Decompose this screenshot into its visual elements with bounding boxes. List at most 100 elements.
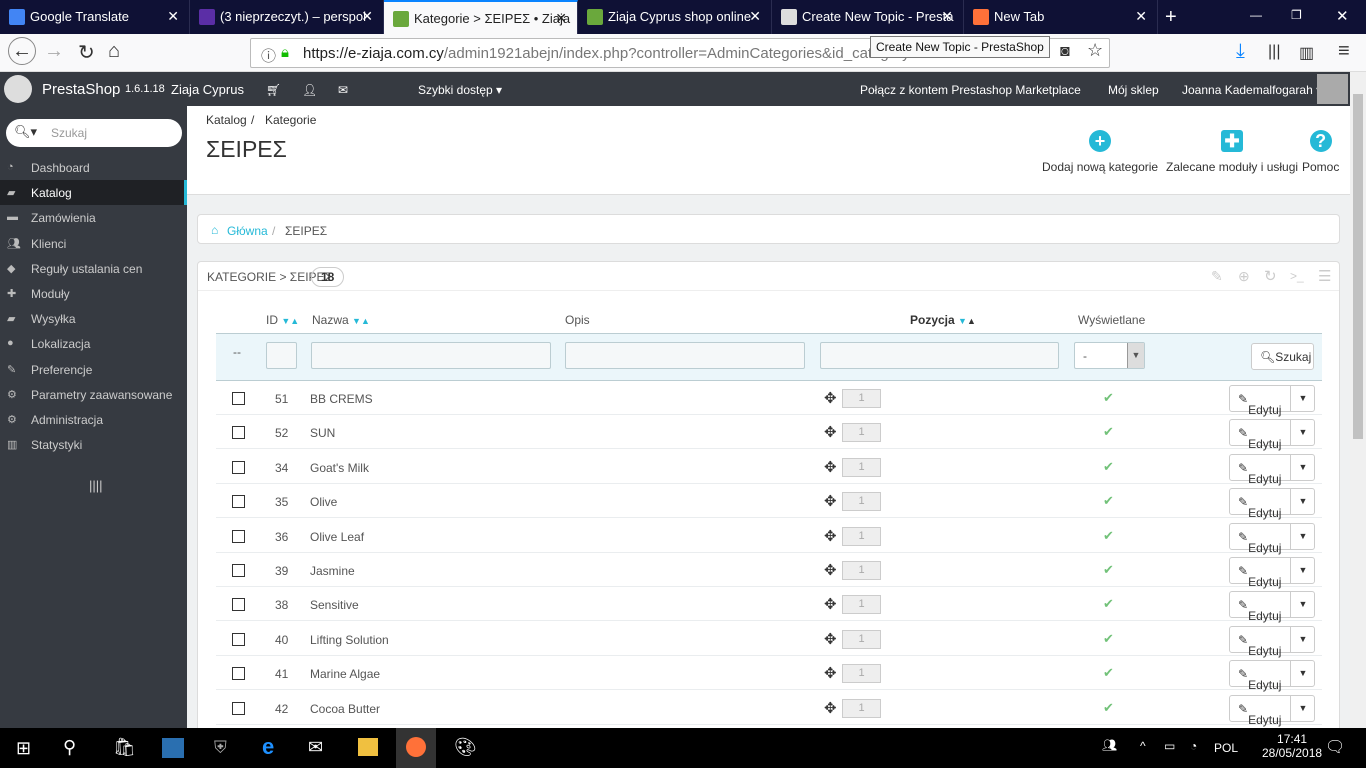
check-icon[interactable]: ✔ <box>1103 424 1114 440</box>
chevron-down-icon[interactable]: ▼ <box>1290 695 1315 721</box>
library-icon[interactable]: ||| <box>1268 43 1280 61</box>
drag-handle-icon[interactable]: ✥ <box>824 458 837 476</box>
add-category-button[interactable]: + Dodaj nową kategorie <box>1042 130 1158 174</box>
firefox-taskbar-button[interactable] <box>396 728 436 768</box>
drag-handle-icon[interactable]: ✥ <box>824 389 837 407</box>
col-name[interactable]: Nazwa ▼▲ <box>312 313 370 327</box>
drag-handle-icon[interactable]: ✥ <box>824 595 837 613</box>
shop-name[interactable]: Ziaja Cyprus <box>171 82 244 97</box>
edit-button[interactable]: ✎ Edytuj <box>1238 564 1281 589</box>
wifi-icon[interactable]: ◔ <box>1190 739 1197 753</box>
table-row[interactable]: 34 Goat's Milk ✥ 1 ✔ ✎ Edytuj ▼ <box>216 450 1322 486</box>
chevron-down-icon[interactable]: ▼ <box>1290 661 1315 687</box>
forward-button[interactable]: → <box>44 40 64 63</box>
sidebar-item-administracja[interactable]: ⚙ Administracja <box>0 407 187 432</box>
sidebar-item-zam-wienia[interactable]: ▬ Zamówienia <box>0 205 187 230</box>
chevron-down-icon[interactable]: ▼ <box>1290 592 1315 618</box>
table-row[interactable]: 40 Lifting Solution ✥ 1 ✔ ✎ Edytuj ▼ <box>216 622 1322 658</box>
table-row[interactable]: 52 SUN ✥ 1 ✔ ✎ Edytuj ▼ <box>216 415 1322 451</box>
row-checkbox[interactable] <box>232 564 245 577</box>
edit-icon[interactable]: ✎ <box>1211 268 1223 285</box>
app-icon[interactable] <box>162 738 184 758</box>
browser-tab[interactable]: Google Translate ✕ <box>0 0 190 34</box>
row-checkbox[interactable] <box>232 632 245 646</box>
sidebar-item-dashboard[interactable]: ◔ Dashboard <box>0 155 187 180</box>
breadcrumb-katalog[interactable]: Katalog <box>206 113 247 127</box>
shield-icon[interactable]: ⛨ <box>214 738 227 758</box>
close-tab-icon[interactable]: ✕ <box>555 10 567 27</box>
my-shop-link[interactable]: Mój sklep <box>1108 83 1159 97</box>
edit-button[interactable]: ✎ Edytuj <box>1238 426 1281 451</box>
row-checkbox[interactable] <box>232 392 245 405</box>
browser-tab[interactable]: New Tab ✕ <box>964 0 1158 34</box>
menu-icon[interactable]: ≡ <box>1338 40 1350 63</box>
drag-handle-icon[interactable]: ✥ <box>824 423 837 441</box>
table-row[interactable]: 38 Sensitive ✥ 1 ✔ ✎ Edytuj ▼ <box>216 587 1322 623</box>
database-icon[interactable]: ☰ <box>1318 267 1331 285</box>
browser-tab[interactable]: Kategorie > ΣΕΙΡΕΣ • Ziaja ✕ <box>384 0 578 34</box>
sidebar-item-regu-y-ustalania-cen[interactable]: ◆ Reguły ustalania cen <box>0 256 187 281</box>
filter-name-input[interactable] <box>311 342 551 369</box>
table-row[interactable]: 39 Jasmine ✥ 1 ✔ ✎ Edytuj ▼ <box>216 553 1322 589</box>
drag-handle-icon[interactable]: ✥ <box>824 527 837 545</box>
table-row[interactable]: 42 Cocoa Butter ✥ 1 ✔ ✎ Edytuj ▼ <box>216 691 1322 727</box>
home-button[interactable]: ⌂ <box>108 40 120 63</box>
store-icon[interactable]: 🛍︎ <box>113 737 136 758</box>
chevron-down-icon[interactable]: ▼ <box>1290 626 1315 652</box>
edit-button[interactable]: ✎ Edytuj <box>1238 598 1281 623</box>
col-id[interactable]: ID ▼▲ <box>266 313 299 327</box>
pocket-icon[interactable]: ◙ <box>1060 43 1070 61</box>
back-button[interactable]: ← <box>8 37 36 65</box>
table-row[interactable]: 51 BB CREMS ✥ 1 ✔ ✎ Edytuj ▼ <box>216 381 1322 417</box>
drag-handle-icon[interactable]: ✥ <box>824 664 837 682</box>
row-checkbox[interactable] <box>232 598 245 612</box>
filter-position-input[interactable] <box>820 342 1059 369</box>
marketplace-link[interactable]: Połącz z kontem Prestashop Marketplace <box>860 83 1081 97</box>
minimize-button[interactable]: — <box>1250 8 1262 22</box>
close-tab-icon[interactable]: ✕ <box>167 8 179 25</box>
bookmark-star-icon[interactable]: ☆ <box>1087 40 1103 61</box>
chevron-down-icon[interactable]: ▼ <box>1290 558 1315 583</box>
sidebar-item-wysy-ka[interactable]: ▰ Wysyłka <box>0 306 187 331</box>
check-icon[interactable]: ✔ <box>1103 528 1114 544</box>
chevron-down-icon[interactable]: ▼ <box>1290 454 1315 480</box>
edge-icon[interactable]: e <box>262 734 274 760</box>
table-row[interactable]: 35 Olive ✥ 1 ✔ ✎ Edytuj ▼ <box>216 484 1322 520</box>
edit-button[interactable]: ✎ Edytuj <box>1238 392 1281 417</box>
breadcrumb-home[interactable]: Główna <box>227 224 268 238</box>
chevron-down-icon[interactable]: ▼ <box>1290 489 1315 515</box>
close-window-button[interactable]: ✕ <box>1336 7 1349 25</box>
mail-icon[interactable]: ✉ <box>308 737 323 758</box>
check-icon[interactable]: ✔ <box>1103 596 1114 612</box>
collapse-sidebar-icon[interactable]: |||| <box>89 478 103 493</box>
info-icon[interactable]: ⓘ <box>261 45 276 66</box>
check-icon[interactable]: ✔ <box>1103 631 1114 647</box>
notifications-icon[interactable]: 🗨︎ <box>1325 737 1345 757</box>
breadcrumb-kategorie[interactable]: Kategorie <box>265 113 316 127</box>
drag-handle-icon[interactable]: ✥ <box>824 699 837 717</box>
check-icon[interactable]: ✔ <box>1103 459 1114 475</box>
paint-icon[interactable]: 🎨︎ <box>454 737 477 758</box>
chevron-down-icon[interactable]: ▼ <box>1290 420 1315 446</box>
browser-tab[interactable]: Ziaja Cyprus shop online ✕ <box>578 0 772 34</box>
row-checkbox[interactable] <box>232 529 245 543</box>
close-tab-icon[interactable]: ✕ <box>1135 8 1147 25</box>
filter-description-input[interactable] <box>565 342 805 369</box>
filter-id-input[interactable] <box>266 342 297 369</box>
reload-button[interactable]: ↻ <box>78 40 95 65</box>
close-tab-icon[interactable]: ✕ <box>361 8 373 25</box>
file-explorer-icon[interactable] <box>358 738 378 756</box>
chevron-up-icon[interactable]: ^ <box>1140 739 1146 753</box>
sidebar-item-katalog[interactable]: ▰ Katalog <box>0 180 187 206</box>
row-checkbox[interactable] <box>232 667 245 681</box>
chevron-down-icon[interactable]: ▼ <box>1290 386 1315 411</box>
check-icon[interactable]: ✔ <box>1103 665 1114 681</box>
edit-button[interactable]: ✎ Edytuj <box>1238 461 1281 486</box>
recommended-modules-button[interactable]: ✚ Zalecane moduły i usługi <box>1166 130 1298 174</box>
edit-button[interactable]: ✎ Edytuj <box>1238 667 1281 692</box>
edit-button[interactable]: ✎ Edytuj <box>1238 530 1281 555</box>
add-icon[interactable]: ⊕ <box>1238 268 1250 285</box>
people-icon[interactable]: 👥︎ <box>1102 738 1117 752</box>
windows-start-icon[interactable]: ⊞ <box>16 738 31 759</box>
search-icon[interactable]: 🔍︎▾ <box>14 124 37 140</box>
